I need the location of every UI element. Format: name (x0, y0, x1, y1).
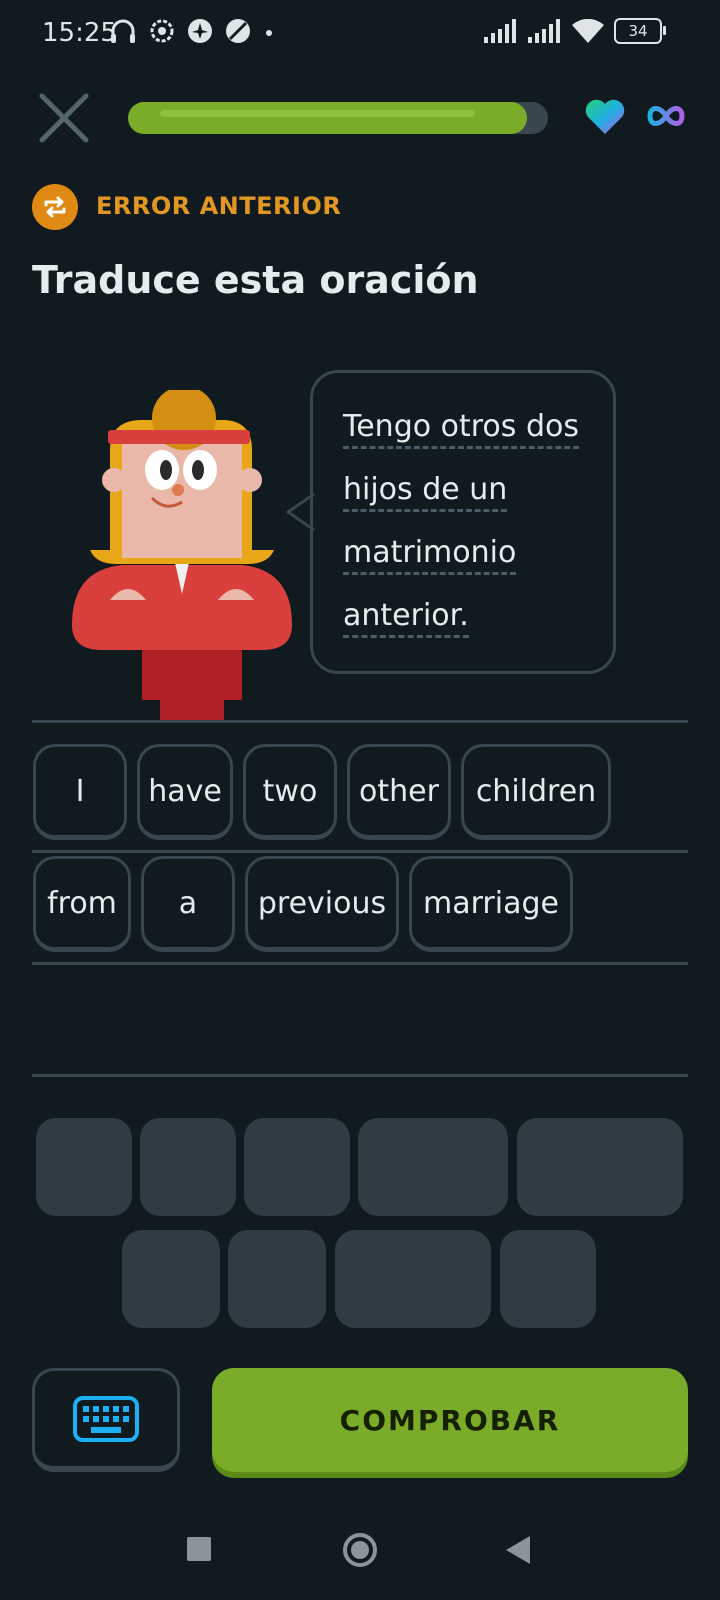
answer-word-chip[interactable]: from (33, 856, 131, 952)
prompt-line[interactable]: matrimonio (343, 521, 613, 584)
signal-icon (528, 19, 560, 43)
answer-word-chip[interactable]: other (347, 744, 451, 840)
word-bank-slot (228, 1230, 326, 1328)
prompt-line[interactable]: anterior. (343, 584, 613, 647)
word-bank-slot (335, 1230, 491, 1328)
answer-word-chip[interactable]: marriage (409, 856, 573, 952)
prompt-line[interactable]: hijos de un (343, 458, 613, 521)
battery-level: 34 (628, 22, 648, 40)
answer-word-chip[interactable]: I (33, 744, 127, 840)
word-bank-slot (358, 1118, 508, 1216)
character-illustration (72, 390, 292, 720)
word-bank-slot (140, 1118, 236, 1216)
headphones-icon (111, 19, 135, 43)
status-icons-right: 34 (484, 18, 666, 44)
status-icons-left (108, 16, 276, 46)
recents-square-icon[interactable] (186, 1536, 212, 1562)
airplane-mode-icon (188, 19, 212, 43)
progress-fill (128, 102, 527, 134)
word-bank-slot (517, 1118, 683, 1216)
heart-icon[interactable] (584, 98, 626, 136)
answer-word-chip[interactable]: children (461, 744, 611, 840)
prompt-line[interactable]: Tengo otros dos (343, 395, 613, 458)
status-time: 15:25 (42, 18, 117, 48)
word-bank-slot (122, 1230, 220, 1328)
home-circle-icon[interactable] (342, 1532, 378, 1568)
word-bank-slot (36, 1118, 132, 1216)
answer-line (32, 1074, 688, 1077)
check-button[interactable]: COMPROBAR (212, 1368, 688, 1472)
answer-line (32, 850, 688, 853)
answer-word-chip[interactable]: previous (245, 856, 399, 952)
progress-bar (128, 102, 548, 134)
progress-shine (160, 110, 476, 117)
previous-error-label: ERROR ANTERIOR (96, 192, 342, 220)
battery-icon: 34 (614, 18, 666, 44)
answer-line (32, 720, 688, 723)
page-title: Traduce esta oración (32, 258, 479, 302)
speech-bubble: Tengo otros dos hijos de un matrimonio a… (310, 370, 616, 674)
infinity-icon[interactable] (646, 104, 686, 128)
word-bank-slot (500, 1230, 596, 1328)
close-icon[interactable] (38, 92, 90, 144)
no-data-icon (226, 19, 250, 43)
wifi-icon (572, 19, 604, 43)
repeat-icon (32, 184, 78, 230)
back-triangle-icon[interactable] (506, 1536, 530, 1564)
answer-word-chip[interactable]: two (243, 744, 337, 840)
keyboard-button[interactable] (32, 1368, 180, 1472)
word-bank-slot (244, 1118, 350, 1216)
settings-sync-icon (150, 19, 174, 43)
answer-word-chip[interactable]: have (137, 744, 233, 840)
answer-word-chip[interactable]: a (141, 856, 235, 952)
dot-icon (266, 30, 272, 36)
signal-icon (484, 19, 516, 43)
keyboard-icon (73, 1395, 139, 1442)
answer-line (32, 962, 688, 965)
